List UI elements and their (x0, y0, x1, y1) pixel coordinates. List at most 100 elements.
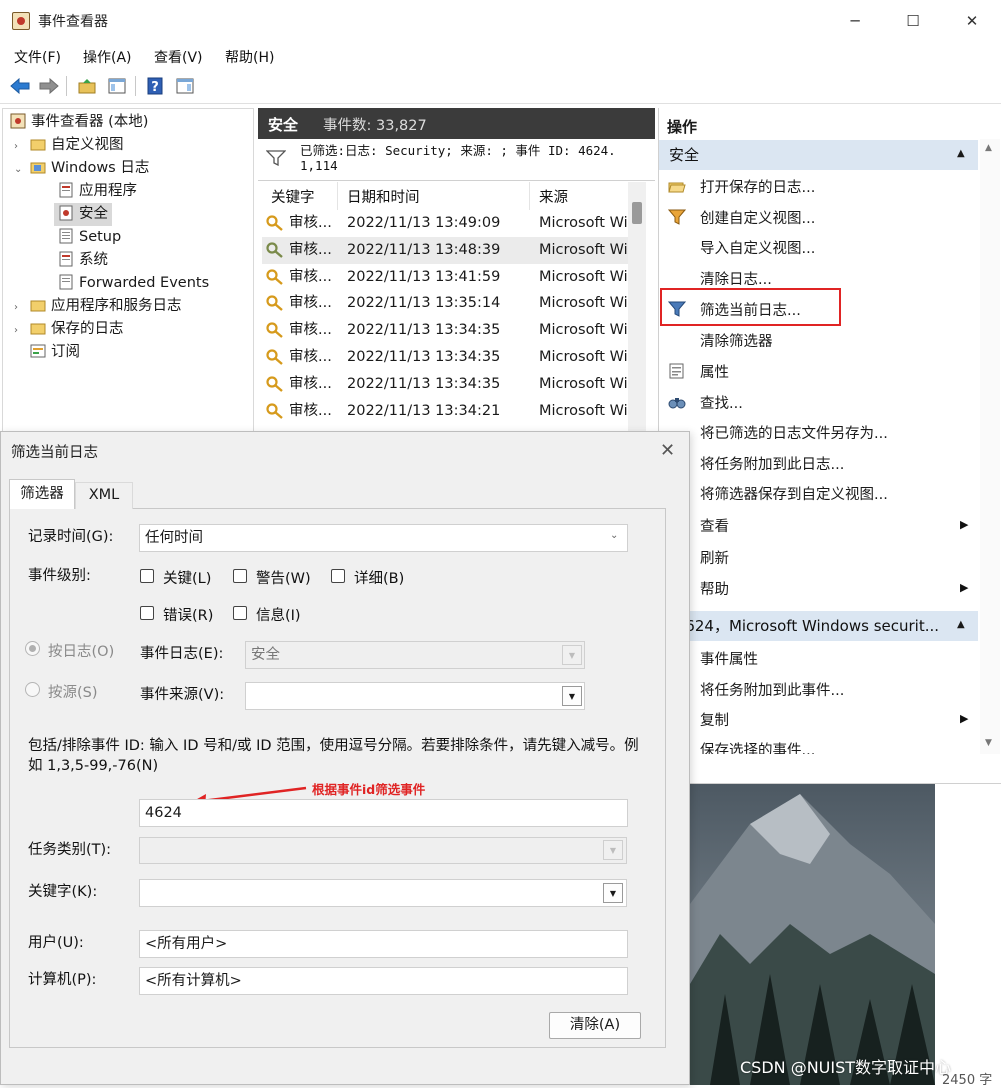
table-row[interactable]: 审核... 2022/11/13 13:34:35 Microsoft Wi (262, 317, 628, 344)
show-hide-action-pane-icon[interactable] (172, 74, 198, 98)
cell-datetime: 2022/11/13 13:34:35 (347, 349, 501, 365)
actions-section-event[interactable]: 件 4624，Microsoft Windows securit... ▲ (656, 611, 978, 641)
menu-view[interactable]: 查看(V) (154, 47, 203, 67)
by-log-radio[interactable] (25, 641, 40, 656)
actions-scrollbar[interactable] (980, 139, 1000, 754)
table-row[interactable]: 审核... 2022/11/13 13:34:35 Microsoft Wi (262, 344, 628, 371)
dropdown-arrow-icon[interactable]: ▼ (603, 883, 623, 903)
task-category-select[interactable] (139, 837, 627, 864)
user-input[interactable]: <所有用户> (139, 930, 628, 958)
logged-select[interactable]: 任何时间 (139, 524, 628, 552)
action-item[interactable]: 创建自定义视图... (700, 207, 815, 228)
verbose-checkbox[interactable] (331, 569, 345, 583)
information-label: 信息(I) (256, 608, 301, 624)
dialog-close-icon[interactable]: ✕ (660, 440, 675, 461)
chevron-down-icon[interactable]: ⌄ (610, 530, 618, 541)
collapse-up-icon[interactable]: ▲ (957, 619, 965, 630)
keywords-select[interactable] (139, 879, 627, 907)
table-row[interactable]: 审核... 2022/11/13 13:48:39 Microsoft Wi (262, 236, 628, 264)
close-button[interactable]: ✕ (949, 8, 995, 34)
warning-checkbox[interactable] (233, 569, 247, 583)
information-checkbox[interactable] (233, 606, 247, 620)
scrollbar-thumb[interactable] (632, 202, 642, 224)
forward-arrow-icon[interactable] (36, 74, 62, 98)
back-arrow-icon[interactable] (7, 74, 33, 98)
show-hide-tree-icon[interactable] (104, 74, 130, 98)
collapse-up-icon[interactable]: ▲ (957, 148, 965, 159)
action-item[interactable]: 将筛选器保存到自定义视图... (700, 483, 888, 504)
table-row[interactable]: 审核... 2022/11/13 13:34:35 Microsoft Wi (262, 371, 628, 398)
audit-key-icon (266, 242, 284, 262)
column-header-datetime[interactable]: 日期和时间 (347, 186, 420, 207)
csdn-watermark: CSDN @NUIST数字取证中心 (740, 1058, 952, 1077)
event-logs-select[interactable]: 安全 (245, 641, 585, 669)
scroll-up-arrow-icon[interactable]: ▲ (985, 143, 992, 153)
critical-checkbox[interactable] (140, 569, 154, 583)
table-row[interactable]: 审核... 2022/11/13 13:41:59 Microsoft Wi (262, 264, 628, 291)
logged-value: 任何时间 (145, 530, 203, 546)
action-item[interactable]: 查找... (700, 392, 743, 413)
action-item[interactable]: 打开保存的日志... (700, 176, 815, 197)
scroll-down-arrow-icon[interactable]: ▼ (985, 738, 992, 748)
cell-source: Microsoft Wi (539, 402, 628, 419)
tree-item-root[interactable]: 事件查看器 (本地) (10, 111, 148, 134)
computer-input[interactable]: <所有计算机> (139, 967, 628, 995)
tree-item-windows-logs[interactable]: ⌄ Windows 日志 (14, 157, 149, 180)
menu-action[interactable]: 操作(A) (83, 47, 132, 67)
tab-xml[interactable]: XML (75, 482, 133, 509)
table-row[interactable]: 审核... 2022/11/13 13:35:14 Microsoft Wi (262, 290, 628, 317)
tree-item-system[interactable]: 系统 (58, 249, 108, 272)
event-action-item[interactable]: 将任务附加到此事件... (700, 679, 844, 700)
event-action-item[interactable]: 保存选择的事件... (700, 739, 815, 754)
event-sources-select[interactable] (245, 682, 585, 710)
action-item[interactable]: 将任务附加到此日志... (700, 453, 844, 474)
chevron-right-icon[interactable]: › (14, 135, 24, 158)
action-item[interactable]: 帮助 (700, 578, 729, 599)
action-item[interactable]: 将已筛选的日志文件另存为... (700, 422, 888, 443)
chevron-down-icon[interactable]: ⌄ (14, 158, 24, 181)
error-checkbox[interactable] (140, 606, 154, 620)
action-item[interactable]: 清除筛选器 (700, 330, 773, 351)
column-divider[interactable] (529, 182, 530, 210)
clear-button[interactable]: 清除(A) (549, 1012, 641, 1039)
tree-item-setup[interactable]: Setup (58, 226, 121, 249)
action-item[interactable]: 属性 (700, 361, 729, 382)
menu-file[interactable]: 文件(F) (14, 47, 61, 67)
submenu-arrow-icon[interactable]: ▶ (960, 581, 968, 594)
action-item[interactable]: 导入自定义视图... (700, 237, 815, 258)
tab-filter[interactable]: 筛选器 (9, 479, 75, 509)
help-icon[interactable]: ? (142, 74, 168, 98)
action-item[interactable]: 刷新 (700, 547, 729, 568)
chevron-right-icon[interactable]: › (14, 296, 24, 319)
dropdown-arrow-icon[interactable]: ▼ (562, 645, 582, 665)
actions-section-security[interactable]: 安全 ▲ (659, 140, 978, 170)
submenu-arrow-icon[interactable]: ▶ (960, 518, 968, 531)
table-row[interactable]: 审核... 2022/11/13 13:34:21 Microsoft Wi (262, 398, 628, 425)
column-divider[interactable] (337, 182, 338, 210)
column-header-keyword[interactable]: 关键字 (271, 186, 315, 207)
event-id-input[interactable]: 4624 (139, 799, 628, 827)
submenu-arrow-icon[interactable]: ▶ (960, 712, 968, 725)
tree-item-application[interactable]: 应用程序 (58, 180, 137, 203)
dropdown-arrow-icon[interactable]: ▼ (562, 686, 582, 706)
chevron-right-icon[interactable]: › (14, 319, 24, 342)
event-action-item[interactable]: 事件属性 (700, 648, 758, 669)
table-row[interactable]: 审核... 2022/11/13 13:49:09 Microsoft Wi (262, 210, 628, 237)
tree-item-subscriptions[interactable]: 订阅 (30, 341, 80, 364)
event-action-item[interactable]: 复制 (700, 709, 729, 730)
tree-item-forwarded-events[interactable]: Forwarded Events (58, 272, 209, 295)
up-folder-icon[interactable] (74, 74, 100, 98)
action-item[interactable]: 查看 (700, 515, 729, 536)
action-item[interactable]: 清除日志... (700, 268, 772, 289)
by-source-radio[interactable] (25, 682, 40, 697)
tree-item-security[interactable]: 安全 (54, 203, 112, 226)
column-header-source[interactable]: 来源 (539, 186, 568, 207)
menu-bar (0, 42, 1001, 70)
maximize-button[interactable]: ☐ (890, 8, 936, 34)
tree-item-custom-views[interactable]: › 自定义视图 (14, 134, 124, 157)
tree-item-app-services-logs[interactable]: › 应用程序和服务日志 (14, 295, 182, 318)
dropdown-arrow-icon[interactable]: ▼ (603, 840, 623, 860)
minimize-button[interactable]: ─ (832, 8, 878, 34)
tree-item-saved-logs[interactable]: › 保存的日志 (14, 318, 124, 341)
menu-help[interactable]: 帮助(H) (225, 47, 274, 67)
